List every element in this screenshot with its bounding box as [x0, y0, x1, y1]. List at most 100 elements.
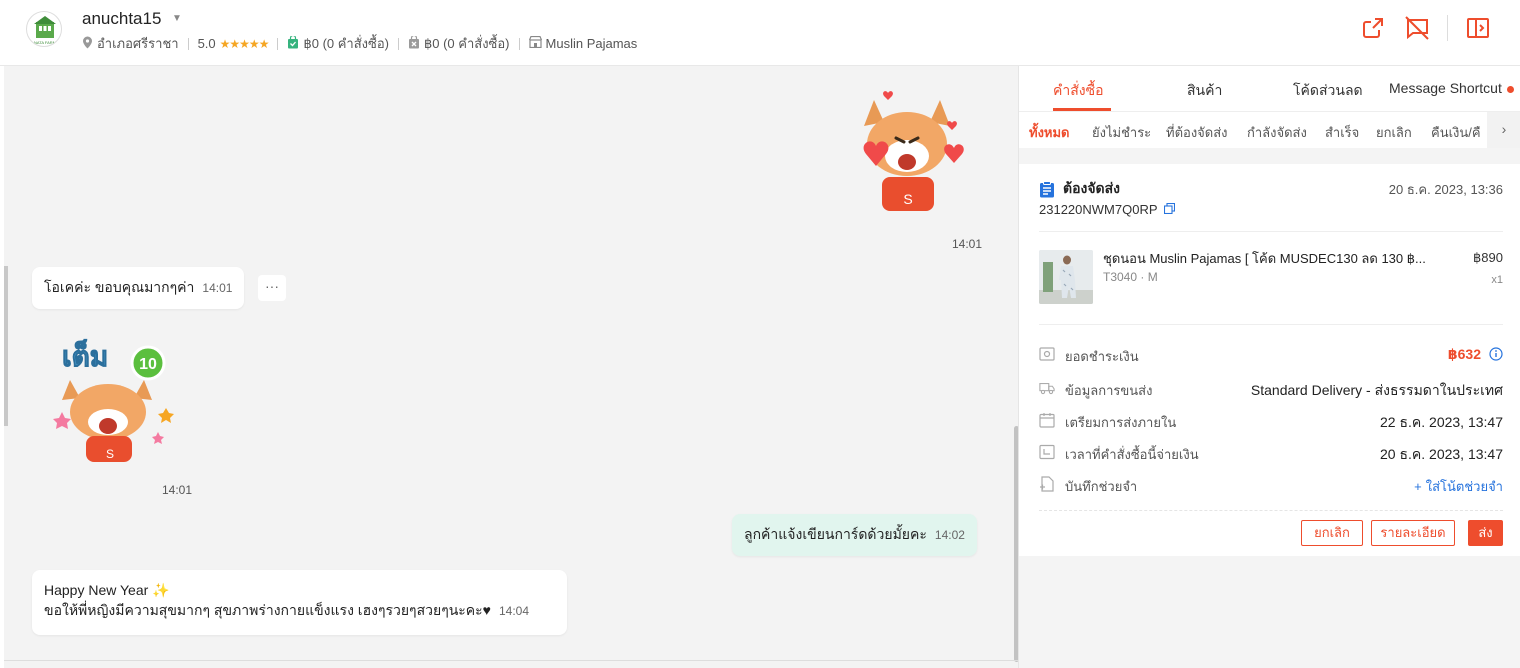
share-icon[interactable] [1359, 14, 1387, 42]
ship-by-row: เตรียมการส่งภายใน 22 ธ.ค. 2023, 13:47 [1039, 410, 1503, 432]
left-resize-edge[interactable] [4, 266, 8, 426]
paid-bag-icon [287, 34, 299, 52]
divider [1039, 510, 1503, 511]
cancel-order-button[interactable]: ยกเลิก [1301, 520, 1363, 546]
message-time: 14:04 [499, 604, 530, 618]
incoming-sticker: เต็ม 10 S [48, 328, 178, 464]
subtab-to-ship[interactable]: ที่ต้องจัดส่ง [1166, 122, 1228, 143]
subtab-cancelled[interactable]: ยกเลิก [1376, 122, 1412, 143]
order-id-text: 231220NWM7Q0RP [1039, 202, 1158, 217]
tab-label: Message Shortcut [1389, 80, 1502, 96]
shop-name[interactable]: anuchta15 [82, 9, 161, 29]
clock-calendar-icon [1039, 444, 1055, 460]
subtab-shipping[interactable]: กำลังจัดส่ง [1247, 122, 1307, 143]
clipboard-icon [1040, 180, 1054, 197]
row-label: เวลาที่คำสั่งซื้อนี้จ่ายเงิน [1065, 447, 1199, 462]
order-status: ต้องจัดส่ง [1039, 178, 1120, 200]
cancelled-bag-icon [408, 34, 420, 52]
order-datetime: 20 ธ.ค. 2023, 13:36 [1388, 182, 1503, 197]
chat-input-divider [4, 660, 1018, 661]
mute-chat-icon[interactable] [1403, 14, 1431, 42]
incoming-message[interactable]: โอเคค่ะ ขอบคุณมากๆค่า 14:01 [32, 267, 245, 309]
subtab-completed[interactable]: สำเร็จ [1325, 122, 1359, 143]
memo-row: บันทึกช่วยจำ + ใส่โน้ตช่วยจำ [1039, 474, 1503, 496]
shipping-info-row: ข้อมูลการขนส่ง Standard Delivery - ส่งธร… [1039, 378, 1503, 400]
payment-total-row: ยอดชำระเงิน ฿632 [1039, 344, 1503, 366]
tab-orders[interactable]: คำสั่งซื้อ [1053, 80, 1104, 102]
product-thumbnail[interactable] [1039, 250, 1093, 304]
message-time: 14:02 [934, 528, 965, 542]
order-status-filter: ทั้งหมด ยังไม่ชำระ ที่ต้องจัดส่ง กำลังจั… [1019, 112, 1520, 148]
product-variant: T3040 · M [1103, 270, 1158, 284]
sticker-letter: S [106, 447, 114, 461]
chevron-down-icon[interactable]: ▼ [172, 13, 182, 24]
row-label: ยอดชำระเงิน [1065, 349, 1139, 364]
active-tab-indicator [1053, 108, 1111, 111]
sticker-number: 10 [139, 356, 157, 373]
truck-icon [1039, 383, 1055, 395]
message-more-button[interactable]: ··· [258, 275, 286, 301]
subtab-unpaid[interactable]: ยังไม่ชำระ [1092, 122, 1151, 143]
calendar-icon [1039, 413, 1055, 428]
order-status-label: ต้องจัดส่ง [1063, 180, 1121, 196]
payment-icon [1039, 347, 1055, 361]
row-label: บันทึกช่วยจำ [1065, 479, 1138, 494]
shop-category: Muslin Pajamas [545, 36, 638, 51]
copy-icon[interactable] [1163, 202, 1175, 215]
divider [1039, 324, 1503, 325]
paid-orders-summary: ฿0 (0 คำสั่งซื้อ) [303, 36, 389, 51]
product-quantity: x1 [1491, 274, 1503, 286]
row-label: เตรียมการส่งภายใน [1065, 415, 1177, 430]
order-details-button[interactable]: รายละเอียด [1371, 520, 1455, 546]
subtab-refund[interactable]: คืนเงิน/คื [1431, 122, 1481, 143]
message-time: 14:01 [162, 483, 193, 497]
message-text-line: ขอให้พี่หญิงมีความสุขมากๆ สุขภาพร่างกายแ… [44, 602, 491, 618]
chat-messages-area[interactable]: S 14:01 โอเคค่ะ ขอบคุณมากๆค่า 14:01 ··· เ… [4, 66, 1018, 668]
outgoing-sticker: S [848, 82, 964, 216]
tab-message-shortcut[interactable]: Message Shortcut [1389, 80, 1514, 96]
row-label: ข้อมูลการขนส่ง [1065, 383, 1153, 398]
notification-dot [1506, 85, 1514, 93]
message-text: โอเคค่ะ ขอบคุณมากๆค่า [44, 279, 195, 295]
row-value: Standard Delivery - ส่งธรรมดาในประเทศ [1250, 382, 1503, 398]
message-time: 14:01 [952, 237, 983, 251]
panel-tabs: คำสั่งซื้อ สินค้า โค้ดส่วนลด Message Sho… [1019, 66, 1520, 112]
message-time: 14:01 [202, 281, 233, 295]
shop-location: อำเภอศรีราชา [97, 36, 179, 51]
order-id[interactable]: 231220NWM7Q0RP [1039, 202, 1175, 217]
sticker-word: เต็ม [62, 339, 108, 373]
chevron-right-icon[interactable]: › [1487, 112, 1520, 148]
chat-header: NATA FARM anuchta15 ▼ อำเภอศรีราชา 5.0 ★… [0, 0, 1520, 66]
payment-total-value: ฿632 [1447, 346, 1481, 362]
product-name[interactable]: ชุดนอน Muslin Pajamas [ โค้ด MUSDEC130 ล… [1103, 248, 1453, 269]
outgoing-message[interactable]: ลูกค้าแจ้งเขียนการ์ดด้วยมั้ยคะ 14:02 [732, 514, 977, 556]
store-icon [528, 35, 542, 51]
shop-meta: อำเภอศรีราชา 5.0 ★★★★★ ฿0 (0 คำสั่งซื้อ)… [82, 33, 637, 54]
row-value: 20 ธ.ค. 2023, 13:47 [1380, 446, 1503, 462]
shop-logo[interactable]: NATA FARM [26, 11, 62, 47]
cancelled-orders-summary: ฿0 (0 คำสั่งซื้อ) [423, 36, 510, 51]
paid-time-row: เวลาที่คำสั่งซื้อนี้จ่ายเงิน 20 ธ.ค. 202… [1039, 442, 1503, 464]
toggle-panel-icon[interactable] [1464, 14, 1492, 42]
message-text-line: Happy New Year ✨ [44, 582, 170, 598]
divider [1039, 231, 1503, 232]
order-side-panel: คำสั่งซื้อ สินค้า โค้ดส่วนลด Message Sho… [1018, 66, 1520, 668]
tab-products[interactable]: สินค้า [1187, 80, 1222, 102]
subtab-all[interactable]: ทั้งหมด [1029, 122, 1070, 143]
info-icon[interactable] [1489, 347, 1503, 361]
order-card: ต้องจัดส่ง 20 ธ.ค. 2023, 13:36 231220NWM… [1019, 164, 1520, 556]
incoming-message[interactable]: Happy New Year ✨ ขอให้พี่หญิงมีความสุขมา… [32, 570, 567, 635]
sticker-letter: S [903, 191, 912, 207]
add-memo-link[interactable]: + ใส่โน้ตช่วยจำ [1414, 476, 1503, 497]
header-divider [1447, 15, 1448, 41]
note-icon [1040, 476, 1054, 492]
product-price: ฿890 [1473, 250, 1503, 265]
message-text: ลูกค้าแจ้งเขียนการ์ดด้วยมั้ยคะ [744, 526, 927, 542]
header-actions [1343, 14, 1492, 42]
row-value: 22 ธ.ค. 2023, 13:47 [1380, 414, 1503, 430]
tab-vouchers[interactable]: โค้ดส่วนลด [1293, 80, 1363, 102]
ship-order-button[interactable]: ส่ง [1468, 520, 1503, 546]
rating-stars-icon: ★★★★★ [219, 36, 270, 51]
add-memo-label: ใส่โน้ตช่วยจำ [1425, 479, 1503, 494]
plus-icon: + [1414, 479, 1422, 494]
